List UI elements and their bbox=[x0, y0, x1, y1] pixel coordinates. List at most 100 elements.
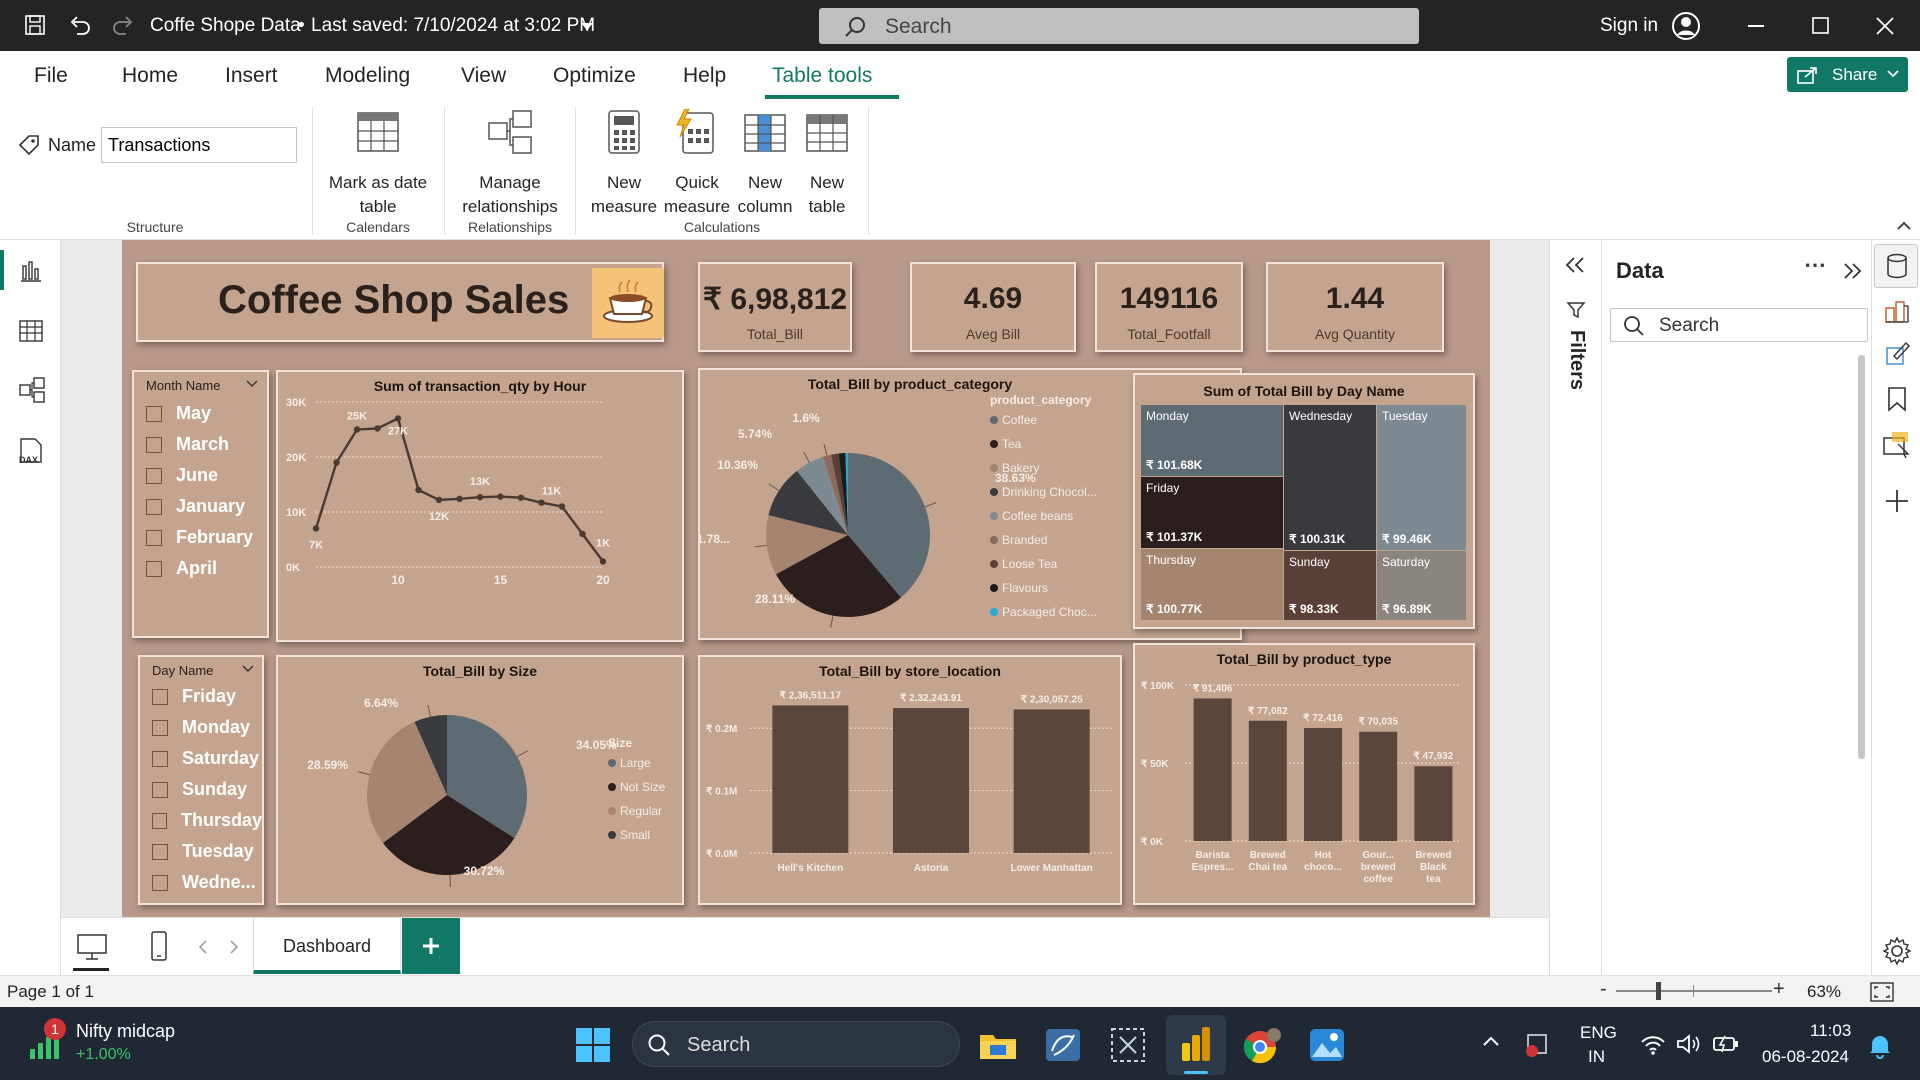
slicer-item-january[interactable]: January bbox=[146, 491, 264, 522]
slicer-item-saturday[interactable]: Saturday bbox=[152, 743, 262, 774]
legend-item[interactable]: Loose Tea bbox=[1002, 557, 1057, 571]
new-table-button[interactable]: New table bbox=[798, 109, 856, 216]
checkbox[interactable] bbox=[152, 874, 168, 891]
new-measure-button[interactable]: New measure bbox=[588, 109, 660, 216]
tab-modeling[interactable]: Modeling bbox=[325, 64, 410, 88]
mobile-layout-icon[interactable] bbox=[149, 930, 169, 962]
filters-pane-collapsed[interactable]: Filters bbox=[1549, 240, 1601, 975]
selection-pane-icon[interactable] bbox=[1882, 430, 1912, 458]
bar[interactable] bbox=[1304, 728, 1342, 841]
checkbox[interactable] bbox=[146, 436, 162, 453]
slicer-item-february[interactable]: February bbox=[146, 522, 264, 553]
add-page-button[interactable] bbox=[402, 918, 460, 974]
chevron-up-icon[interactable] bbox=[1482, 1035, 1500, 1047]
power-bi-app[interactable] bbox=[1166, 1015, 1226, 1075]
chevron-left-icon[interactable] bbox=[198, 940, 208, 954]
treemap-cell[interactable]: Friday ₹ 101.37K bbox=[1141, 477, 1283, 548]
new-column-button[interactable]: New column bbox=[735, 109, 795, 216]
treemap-cell[interactable]: Wednesday ₹ 100.31K bbox=[1284, 405, 1376, 550]
share-button[interactable]: Share bbox=[1787, 57, 1908, 92]
legend-item[interactable]: Not Size bbox=[620, 780, 666, 794]
bar[interactable] bbox=[1414, 766, 1453, 841]
line-point[interactable] bbox=[333, 459, 340, 466]
save-icon[interactable] bbox=[24, 14, 46, 36]
battery-icon[interactable] bbox=[1712, 1033, 1740, 1055]
data-pane-toggle[interactable] bbox=[1874, 244, 1918, 288]
manage-relationships-button[interactable]: Manage relationships bbox=[452, 109, 568, 216]
line-point[interactable] bbox=[415, 486, 422, 494]
checkbox[interactable] bbox=[152, 812, 167, 829]
treemap-cell[interactable]: Sunday ₹ 98.33K bbox=[1284, 551, 1376, 620]
zoom-in-button[interactable]: + bbox=[1773, 978, 1785, 1001]
checkbox[interactable] bbox=[146, 529, 162, 546]
treemap-cell[interactable]: Saturday ₹ 96.89K bbox=[1377, 551, 1466, 620]
clock-date[interactable]: 06-08-2024 bbox=[1762, 1047, 1849, 1067]
bar[interactable] bbox=[893, 708, 969, 853]
line-point[interactable] bbox=[497, 493, 504, 500]
line-point[interactable] bbox=[394, 415, 402, 422]
slicer-item-tuesday[interactable]: Tuesday bbox=[152, 836, 262, 867]
line-point[interactable] bbox=[538, 499, 545, 506]
close-icon[interactable] bbox=[1876, 17, 1894, 35]
clock-time[interactable]: 11:03 bbox=[1810, 1021, 1851, 1041]
treemap-cell[interactable]: Tuesday ₹ 99.46K bbox=[1377, 405, 1466, 550]
legend-item[interactable]: Small bbox=[620, 828, 650, 842]
slicer-item-wednesday[interactable]: Wedne... bbox=[152, 867, 262, 898]
treemap-cell[interactable]: Thursday ₹ 100.77K bbox=[1141, 549, 1283, 620]
table-view-icon[interactable] bbox=[18, 318, 44, 344]
minimize-icon[interactable] bbox=[1748, 25, 1766, 28]
bar[interactable] bbox=[1193, 698, 1232, 841]
slicer-item-may[interactable]: May bbox=[146, 398, 264, 429]
windows-start-icon[interactable] bbox=[575, 1027, 611, 1063]
quick-measure-button[interactable]: Quick measure bbox=[663, 109, 731, 216]
add-pane-icon[interactable] bbox=[1884, 488, 1910, 514]
tab-file[interactable]: File bbox=[34, 64, 68, 88]
line-point[interactable] bbox=[599, 558, 607, 565]
checkbox[interactable] bbox=[146, 498, 162, 515]
checkbox[interactable] bbox=[152, 843, 168, 860]
product-type-bar-chart[interactable]: ₹ 0K ₹ 50K ₹ 100K ₹ 91,406 BaristaEspres... ₹… bbox=[1135, 645, 1473, 903]
collapse-ribbon-icon[interactable] bbox=[1897, 221, 1911, 231]
bookmark-icon[interactable] bbox=[1886, 386, 1908, 412]
undo-icon[interactable] bbox=[68, 14, 92, 36]
model-view-icon[interactable] bbox=[18, 376, 46, 404]
line-point[interactable] bbox=[353, 426, 361, 433]
line-chart[interactable]: 0K 10K 20K 30K 10 15 20 7K 25K 27K 12K 13K 11K 1K bbox=[278, 372, 682, 640]
sql-server-icon[interactable] bbox=[1044, 1027, 1082, 1063]
bar[interactable] bbox=[1013, 709, 1090, 853]
tab-optimize[interactable]: Optimize bbox=[553, 64, 636, 88]
taskbar-search[interactable]: Search bbox=[632, 1021, 960, 1067]
sign-in-link[interactable]: Sign in bbox=[1600, 15, 1658, 37]
redo-icon[interactable] bbox=[111, 14, 135, 36]
treemap-chart[interactable]: Monday ₹ 101.68K Wednesday ₹ 100.31K Tuesday… bbox=[1141, 405, 1467, 621]
page-tab-dashboard[interactable]: Dashboard bbox=[253, 918, 401, 974]
region-code[interactable]: IN bbox=[1588, 1047, 1605, 1067]
field-list-scrollbar[interactable] bbox=[1858, 355, 1865, 759]
store-bar-chart[interactable]: ₹ 0.0M ₹ 0.1M ₹ 0.2M ₹ 2,36,511.17 Hell's Ki… bbox=[700, 657, 1120, 903]
line-point[interactable] bbox=[476, 493, 484, 501]
legend-item[interactable]: Flavours bbox=[1002, 581, 1048, 595]
legend-item[interactable]: Large bbox=[620, 756, 651, 770]
tab-table-tools[interactable]: Table tools bbox=[772, 64, 872, 88]
slicer-item-thursday[interactable]: Thursday bbox=[152, 805, 262, 836]
line-point[interactable] bbox=[374, 425, 381, 432]
chevron-right-icon[interactable] bbox=[229, 940, 239, 954]
desktop-layout-icon[interactable] bbox=[76, 932, 108, 962]
zoom-slider-thumb[interactable] bbox=[1656, 982, 1661, 1000]
slicer-item-june[interactable]: June bbox=[146, 460, 264, 491]
more-options-icon[interactable]: ⋯ bbox=[1804, 252, 1826, 278]
size-pie-chart[interactable]: 34.05%30.72%28.59%6.64%SizeLargeNot Size… bbox=[278, 657, 682, 903]
bar[interactable] bbox=[1248, 720, 1287, 841]
legend-item[interactable]: Tea bbox=[1002, 437, 1022, 451]
visualizations-icon[interactable] bbox=[1884, 298, 1910, 326]
tab-help[interactable]: Help bbox=[683, 64, 726, 88]
slicer-item-march[interactable]: March bbox=[146, 429, 264, 460]
volume-icon[interactable] bbox=[1676, 1033, 1702, 1055]
legend-item[interactable]: Packaged Choc... bbox=[1002, 605, 1097, 619]
snipping-tool-icon[interactable] bbox=[1110, 1027, 1146, 1063]
wifi-icon[interactable] bbox=[1640, 1035, 1666, 1055]
bar[interactable] bbox=[772, 705, 849, 853]
line-point[interactable] bbox=[579, 530, 586, 538]
checkbox[interactable] bbox=[152, 688, 168, 705]
fields-search-input[interactable]: Search bbox=[1610, 308, 1868, 342]
